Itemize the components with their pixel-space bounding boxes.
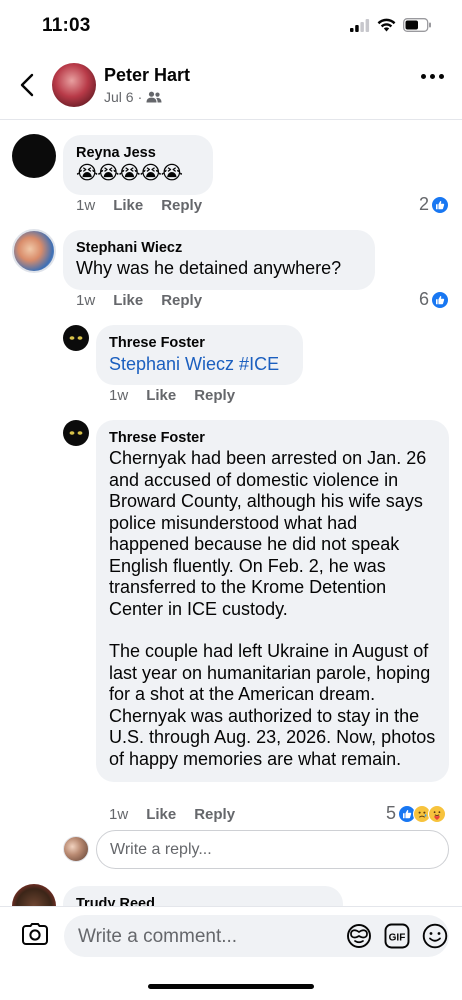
composer-icons: GIF (346, 915, 448, 957)
home-indicator (148, 984, 314, 989)
commenter-avatar[interactable] (63, 325, 89, 351)
status-icons (350, 18, 432, 32)
back-button[interactable] (14, 70, 40, 100)
like-button[interactable]: Like (146, 806, 176, 823)
comment-text: 😭😭😭😭😭 (76, 163, 183, 184)
like-thumb-icon (431, 195, 450, 214)
like-thumb-icon (431, 290, 450, 309)
friends-audience-icon (146, 91, 162, 103)
commenter-avatar[interactable] (63, 420, 89, 446)
comment-time: 1w (76, 292, 96, 309)
reaction-count[interactable]: 2 (419, 194, 450, 215)
post-header: Peter Hart Jul 6 · (0, 52, 462, 120)
commenter-name[interactable]: Stephani Wiecz (76, 239, 362, 258)
comment-time: 1w (109, 387, 129, 404)
more-options-button[interactable] (421, 74, 444, 79)
mention-link[interactable]: Stephani Wiecz #ICE (109, 353, 290, 375)
like-button[interactable]: Like (146, 387, 176, 404)
reaction-count-value: 5 (386, 803, 397, 823)
camera-button[interactable] (22, 923, 48, 950)
wifi-icon (377, 18, 396, 32)
comment-bubble: Stephani Wiecz Why was he detained anywh… (63, 230, 375, 290)
comment-bubble: Trudy Reed (63, 886, 343, 906)
comment-text-paragraph: Chernyak had been arrested on Jan. 26 an… (109, 448, 427, 619)
reaction-count[interactable]: 5 (386, 803, 447, 824)
comment-bubble: Reyna Jess 😭😭😭😭😭 (63, 135, 213, 195)
comment-text: Why was he detained anywhere? (76, 258, 342, 278)
comment-actions: 1w Like Reply (109, 806, 235, 823)
author-name[interactable]: Peter Hart (104, 65, 190, 86)
reply-input[interactable]: Write a reply... (96, 830, 449, 869)
meta-separator: · (137, 89, 143, 105)
status-time: 11:03 (42, 15, 91, 36)
more-icon (421, 74, 426, 79)
reaction-count-value: 6 (419, 289, 430, 309)
comment-time: 1w (76, 197, 96, 214)
comment-bubble: Threse Foster Stephani Wiecz #ICE (96, 325, 303, 385)
status-bar: 11:03 (0, 0, 462, 52)
cat-eyes-icon (69, 336, 83, 340)
gif-icon[interactable]: GIF (384, 923, 410, 949)
camera-icon (22, 923, 48, 945)
like-button[interactable]: Like (113, 197, 143, 214)
reply-button[interactable]: Reply (161, 197, 202, 214)
commenter-avatar[interactable] (12, 229, 56, 273)
chevron-left-icon (20, 73, 34, 97)
comment-actions: 1w Like Reply (109, 387, 235, 404)
signal-icon (350, 18, 370, 32)
commenter-avatar[interactable] (12, 884, 56, 906)
reaction-count[interactable]: 6 (419, 289, 450, 310)
svg-text:GIF: GIF (389, 933, 406, 944)
comment-actions: 1w Like Reply (76, 197, 202, 214)
reply-button[interactable]: Reply (194, 806, 235, 823)
reply-button[interactable]: Reply (194, 387, 235, 404)
care-reaction-icon (428, 804, 447, 823)
like-button[interactable]: Like (113, 292, 143, 309)
commenter-name[interactable]: Trudy Reed (76, 895, 330, 906)
emoji-icon[interactable] (422, 923, 448, 949)
commenter-name[interactable]: Threse Foster (109, 429, 436, 448)
author-avatar[interactable] (52, 63, 96, 107)
comment-bubble: Threse Foster Chernyak had been arrested… (96, 420, 449, 782)
current-user-avatar[interactable] (63, 836, 89, 862)
comment-actions: 1w Like Reply (76, 292, 202, 309)
battery-icon (403, 18, 431, 32)
comment-time: 1w (109, 806, 129, 823)
post-date: Jul 6 (104, 89, 134, 105)
post-meta: Jul 6 · (104, 89, 162, 105)
comment-text-paragraph: The couple had left Ukraine in August of… (109, 641, 436, 769)
cat-eyes-icon (69, 431, 83, 435)
avatar-frame-icon[interactable] (346, 923, 372, 949)
commenter-name[interactable]: Threse Foster (109, 334, 290, 353)
commenter-avatar[interactable] (12, 134, 56, 178)
commenter-name[interactable]: Reyna Jess (76, 144, 200, 163)
reply-button[interactable]: Reply (161, 292, 202, 309)
reaction-count-value: 2 (419, 194, 430, 214)
